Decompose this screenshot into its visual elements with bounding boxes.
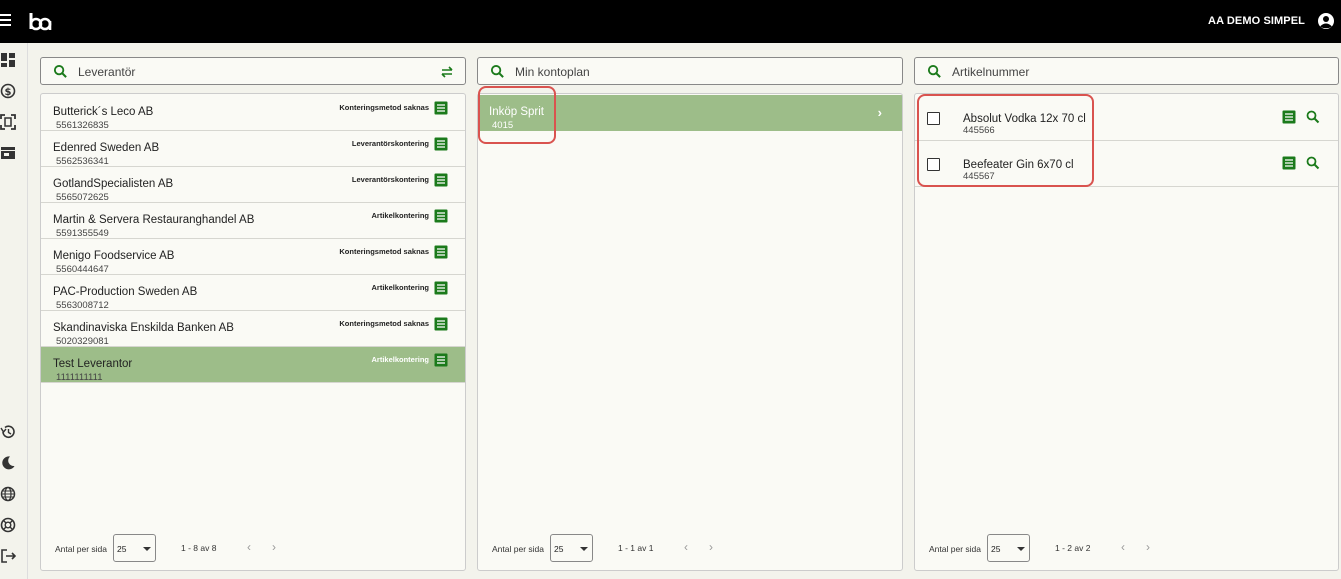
logo-icon[interactable] bbox=[28, 9, 52, 35]
list-doc-icon[interactable] bbox=[434, 137, 448, 151]
prev-page-icon[interactable]: ‹ bbox=[684, 540, 688, 554]
supplier-row[interactable]: Edenred Sweden AB 5562536341 Leverantörs… bbox=[41, 131, 465, 167]
list-doc-icon[interactable] bbox=[434, 173, 448, 187]
next-page-icon[interactable]: › bbox=[1146, 540, 1150, 554]
posting-method-label: Artikelkontering bbox=[371, 355, 429, 364]
per-page-label: Antal per sida bbox=[492, 544, 544, 554]
per-page-value: 25 bbox=[117, 544, 127, 554]
supplier-row-selected[interactable]: Test Leverantor 1111111111 Artikelkonter… bbox=[41, 347, 465, 383]
supplier-search-field[interactable]: Leverantör bbox=[40, 57, 466, 85]
supplier-name: GotlandSpecialisten AB bbox=[53, 178, 174, 190]
list-doc-icon[interactable] bbox=[434, 281, 448, 295]
posting-method-label: Konteringsmetod saknas bbox=[339, 247, 429, 256]
next-page-icon[interactable]: › bbox=[272, 540, 276, 554]
supplier-number: 5561326835 bbox=[56, 120, 109, 131]
moon-icon[interactable] bbox=[0, 455, 16, 471]
article-search-field[interactable]: Artikelnummer bbox=[914, 57, 1339, 85]
account-plan-search-field[interactable]: Min kontoplan bbox=[477, 57, 903, 85]
supplier-name: Test Leverantor bbox=[53, 358, 133, 370]
posting-method-label: Konteringsmetod saknas bbox=[339, 319, 429, 328]
caret-down-icon bbox=[1017, 547, 1025, 551]
pagination-bar: Antal per sida 25 1 - 8 av 8 ‹ › bbox=[41, 520, 465, 570]
supplier-number: 5591355549 bbox=[56, 228, 109, 239]
supplier-row[interactable]: Butterick´s Leco AB 5561326835 Kontering… bbox=[41, 95, 465, 131]
per-page-value: 25 bbox=[991, 544, 1001, 554]
account-circle-icon[interactable] bbox=[1317, 12, 1335, 30]
highlight-box bbox=[917, 94, 1094, 187]
list-doc-icon[interactable] bbox=[434, 353, 448, 367]
user-name: AA DEMO SIMPEL bbox=[1208, 15, 1305, 27]
account-plan-search-placeholder: Min kontoplan bbox=[515, 65, 590, 79]
list-doc-icon[interactable] bbox=[434, 101, 448, 115]
posting-method-label: Artikelkontering bbox=[371, 283, 429, 292]
page-range: 1 - 2 av 2 bbox=[1055, 543, 1091, 553]
supplier-row[interactable]: PAC-Production Sweden AB 5563008712 Arti… bbox=[41, 275, 465, 311]
supplier-search-placeholder: Leverantör bbox=[78, 65, 136, 79]
search-icon bbox=[53, 64, 67, 78]
supplier-name: Butterick´s Leco AB bbox=[53, 106, 154, 118]
posting-method-label: Artikelkontering bbox=[371, 211, 429, 220]
logout-icon[interactable] bbox=[0, 548, 16, 564]
per-page-select[interactable]: 25 bbox=[113, 534, 156, 562]
prev-page-icon[interactable]: ‹ bbox=[247, 540, 251, 554]
account-plan-panel: Inköp Sprit 4015 › Antal per sida 25 1 -… bbox=[477, 93, 903, 571]
per-page-select[interactable]: 25 bbox=[987, 534, 1030, 562]
page-range: 1 - 8 av 8 bbox=[181, 543, 217, 553]
chevron-right-icon[interactable]: › bbox=[878, 105, 882, 120]
highlight-box bbox=[478, 86, 556, 144]
article-search-placeholder: Artikelnummer bbox=[952, 65, 1030, 79]
supplier-number: 5565072625 bbox=[56, 192, 109, 203]
pagination-bar: Antal per sida 25 1 - 2 av 2 ‹ › bbox=[915, 520, 1338, 570]
left-rail: $ bbox=[0, 43, 28, 579]
supplier-row[interactable]: Menigo Foodservice AB 5560444647 Konteri… bbox=[41, 239, 465, 275]
top-bar: AA DEMO SIMPEL bbox=[0, 0, 1341, 43]
supplier-name: Edenred Sweden AB bbox=[53, 142, 160, 154]
search-icon[interactable] bbox=[1306, 156, 1320, 170]
supplier-row[interactable]: Martin & Servera Restauranghandel AB 559… bbox=[41, 203, 465, 239]
support-icon[interactable] bbox=[0, 517, 16, 533]
supplier-name: PAC-Production Sweden AB bbox=[53, 286, 198, 298]
list-doc-icon[interactable] bbox=[434, 245, 448, 259]
supplier-number: 5562536341 bbox=[56, 156, 109, 167]
page-range: 1 - 1 av 1 bbox=[618, 543, 654, 553]
posting-method-label: Konteringsmetod saknas bbox=[339, 103, 429, 112]
list-doc-icon[interactable] bbox=[1282, 156, 1296, 170]
prev-page-icon[interactable]: ‹ bbox=[1121, 540, 1125, 554]
dashboard-icon[interactable] bbox=[0, 52, 16, 68]
supplier-row[interactable]: GotlandSpecialisten AB 5565072625 Levera… bbox=[41, 167, 465, 203]
store-icon[interactable] bbox=[0, 145, 16, 161]
scan-icon[interactable] bbox=[0, 114, 16, 130]
per-page-value: 25 bbox=[554, 544, 564, 554]
list-doc-icon[interactable] bbox=[434, 317, 448, 331]
history-icon[interactable] bbox=[0, 424, 16, 440]
pagination-bar: Antal per sida 25 1 - 1 av 1 ‹ › bbox=[478, 520, 902, 570]
caret-down-icon bbox=[580, 547, 588, 551]
search-icon bbox=[490, 64, 504, 78]
list-doc-icon[interactable] bbox=[434, 209, 448, 223]
finance-icon[interactable]: $ bbox=[0, 83, 16, 99]
globe-icon[interactable] bbox=[0, 486, 16, 502]
svg-text:$: $ bbox=[5, 87, 12, 98]
supplier-number: 1111111111 bbox=[56, 372, 103, 383]
supplier-name: Menigo Foodservice AB bbox=[53, 250, 175, 262]
caret-down-icon bbox=[143, 547, 151, 551]
supplier-number: 5020329081 bbox=[56, 336, 109, 347]
next-page-icon[interactable]: › bbox=[709, 540, 713, 554]
per-page-label: Antal per sida bbox=[929, 544, 981, 554]
supplier-number: 5563008712 bbox=[56, 300, 109, 311]
supplier-name: Skandinaviska Enskilda Banken AB bbox=[53, 322, 234, 334]
list-doc-icon[interactable] bbox=[1282, 110, 1296, 124]
supplier-number: 5560444647 bbox=[56, 264, 109, 275]
search-icon bbox=[927, 64, 941, 78]
supplier-list-panel: Butterick´s Leco AB 5561326835 Kontering… bbox=[40, 93, 466, 571]
swap-icon[interactable] bbox=[439, 64, 455, 80]
supplier-row[interactable]: Skandinaviska Enskilda Banken AB 5020329… bbox=[41, 311, 465, 347]
posting-method-label: Leverantörskontering bbox=[351, 175, 429, 184]
menu-icon[interactable] bbox=[0, 14, 11, 28]
search-icon[interactable] bbox=[1306, 110, 1320, 124]
per-page-label: Antal per sida bbox=[55, 544, 107, 554]
supplier-name: Martin & Servera Restauranghandel AB bbox=[53, 214, 255, 226]
per-page-select[interactable]: 25 bbox=[550, 534, 593, 562]
posting-method-label: Leverantörskontering bbox=[351, 139, 429, 148]
